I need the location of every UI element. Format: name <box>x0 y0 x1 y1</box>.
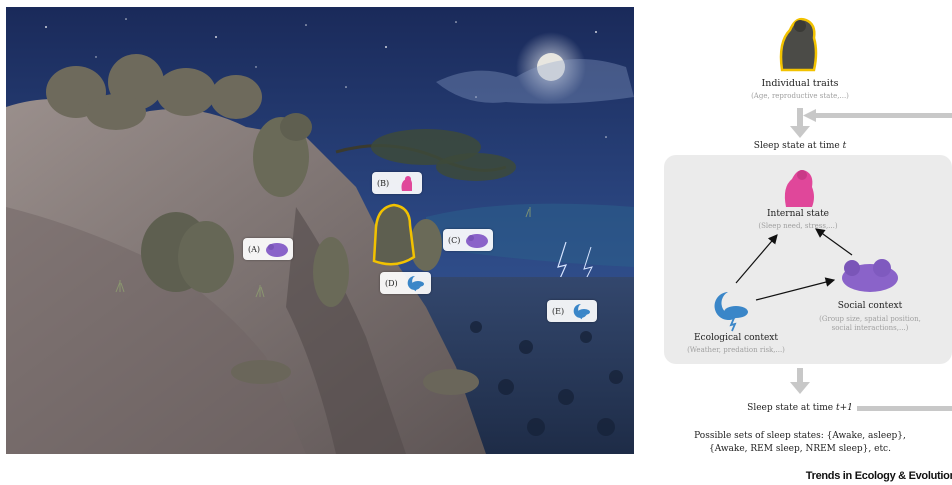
individual-traits-sub: (Age, reproductive state,...) <box>751 92 849 100</box>
scene-tag-e: (E) <box>547 300 598 322</box>
journal-footer: Trends in Ecology & Evolution <box>805 470 952 482</box>
individual-traits-title: Individual traits <box>761 78 839 89</box>
night-scene-illustration: (A) (B) (C) (D) (E) <box>6 7 634 454</box>
individual-baboon-icon <box>779 17 818 72</box>
possible-sets-line-2: {Awake, REM sleep, NREM sleep}, etc. <box>709 444 891 454</box>
sleep-state-t1-var: t+1 <box>835 403 853 413</box>
scene-tag-e-letter: (E) <box>552 306 565 316</box>
t1-feedback-line <box>857 406 952 411</box>
scene-tag-c-letter: (C) <box>448 235 461 245</box>
relationship-arrows <box>735 228 853 301</box>
ecological-icon <box>402 274 428 292</box>
sleep-state-t1-prefix: Sleep state at time <box>747 403 836 413</box>
scene-tag-d-letter: (D) <box>385 278 398 288</box>
scene-artwork <box>6 7 634 454</box>
scene-tag-a: (A) <box>243 238 294 260</box>
eco-to-social-arrow <box>755 277 836 301</box>
sleep-state-t-var: t <box>842 141 847 151</box>
possible-sets-line-1: Possible sets of sleep states: {Awake, a… <box>694 431 906 441</box>
internal-icon <box>393 174 419 192</box>
social-icon <box>464 231 490 249</box>
social-icon <box>264 240 290 258</box>
eco-to-internal-arrow <box>735 234 778 284</box>
scene-tag-d: (D) <box>380 272 431 294</box>
scene-tag-b: (B) <box>372 172 423 194</box>
sleep-state-t-prefix: Sleep state at time <box>753 141 843 151</box>
scene-tag-b-letter: (B) <box>377 178 390 188</box>
social-to-internal-arrow <box>815 228 853 256</box>
scene-tag-a-letter: (A) <box>248 244 261 254</box>
scene-tag-c: (C) <box>443 229 494 251</box>
ecological-icon <box>568 302 594 320</box>
sleep-state-t: Sleep state at time t <box>700 141 900 151</box>
